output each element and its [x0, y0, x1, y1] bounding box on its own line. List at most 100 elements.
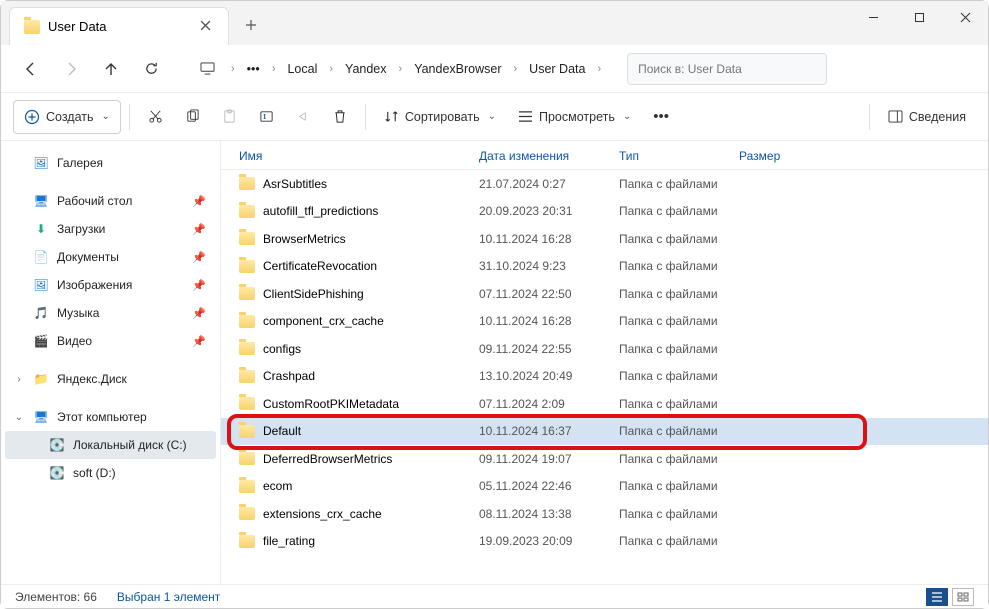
- table-row[interactable]: CertificateRevocation 31.10.2024 9:23 Па…: [221, 253, 988, 281]
- details-button[interactable]: Сведения: [878, 100, 976, 134]
- col-type[interactable]: Тип: [619, 149, 739, 163]
- table-row[interactable]: extensions_crx_cache 08.11.2024 13:38 Па…: [221, 500, 988, 528]
- active-tab[interactable]: User Data: [9, 7, 229, 45]
- sidebar-downloads[interactable]: ⬇Загрузки📌: [5, 215, 216, 243]
- maximize-button[interactable]: [896, 1, 942, 33]
- rename-button[interactable]: [249, 100, 284, 134]
- file-type: Папка с файлами: [619, 397, 739, 411]
- separator: [869, 104, 870, 130]
- table-row[interactable]: CustomRootPKIMetadata 07.11.2024 2:09 Па…: [221, 390, 988, 418]
- view-label: Просмотреть: [539, 110, 615, 124]
- crumb-item[interactable]: Yandex: [339, 58, 392, 80]
- file-type: Папка с файлами: [619, 479, 739, 493]
- music-icon: 🎵: [33, 305, 49, 321]
- sort-chevron-icon: ⌃: [347, 141, 355, 145]
- more-button[interactable]: •••: [643, 100, 679, 134]
- folder-icon: [239, 507, 255, 520]
- view-button[interactable]: Просмотреть ⌄: [508, 100, 641, 134]
- sidebar-yandexdisk[interactable]: ›📁Яндекс.Диск: [5, 365, 216, 393]
- sidebar-gallery[interactable]: 🖼Галерея: [5, 149, 216, 177]
- table-row[interactable]: ecom 05.11.2024 22:46 Папка с файлами: [221, 473, 988, 501]
- folder-icon: [239, 315, 255, 328]
- table-row[interactable]: Crashpad 13.10.2024 20:49 Папка с файлам…: [221, 363, 988, 391]
- file-list[interactable]: AsrSubtitles 21.07.2024 0:27 Папка с фай…: [221, 170, 988, 583]
- paste-button[interactable]: [212, 100, 247, 134]
- file-name: CustomRootPKIMetadata: [263, 397, 399, 411]
- search-input[interactable]: Поиск в: User Data: [627, 53, 827, 85]
- folder-icon: [239, 397, 255, 410]
- file-name-cell: autofill_tfl_predictions: [239, 204, 479, 218]
- sidebar-soft[interactable]: 💽soft (D:): [5, 459, 216, 487]
- main: 🖼Галерея 🖥Рабочий стол📌 ⬇Загрузки📌 📄Доку…: [1, 141, 988, 584]
- file-date: 07.11.2024 2:09: [479, 397, 619, 411]
- crumb-item[interactable]: Local: [281, 58, 323, 80]
- table-row[interactable]: file_rating 19.09.2023 20:09 Папка с фай…: [221, 528, 988, 556]
- file-name-cell: Crashpad: [239, 369, 479, 383]
- file-name: ClientSidePhishing: [263, 287, 364, 301]
- file-date: 20.09.2023 20:31: [479, 204, 619, 218]
- file-date: 09.11.2024 19:07: [479, 452, 619, 466]
- folder-icon: [239, 342, 255, 355]
- sidebar-desktop[interactable]: 🖥Рабочий стол📌: [5, 187, 216, 215]
- file-name-cell: file_rating: [239, 534, 479, 548]
- back-button[interactable]: [13, 51, 49, 87]
- forward-button[interactable]: [53, 51, 89, 87]
- table-row[interactable]: BrowserMetrics 10.11.2024 16:28 Папка с …: [221, 225, 988, 253]
- file-date: 13.10.2024 20:49: [479, 369, 619, 383]
- up-button[interactable]: [93, 51, 129, 87]
- icons-view-toggle[interactable]: [952, 588, 974, 606]
- sidebar-label: Яндекс.Диск: [57, 372, 127, 386]
- sidebar-thispc[interactable]: ⌄🖥Этот компьютер: [5, 403, 216, 431]
- sidebar-documents[interactable]: 📄Документы📌: [5, 243, 216, 271]
- minimize-button[interactable]: [850, 1, 896, 33]
- cut-button[interactable]: [138, 100, 173, 134]
- crumb-item[interactable]: User Data: [523, 58, 591, 80]
- col-size[interactable]: Размер: [739, 149, 819, 163]
- table-row[interactable]: Default 10.11.2024 16:37 Папка с файлами: [221, 418, 988, 446]
- file-name: configs: [263, 342, 301, 356]
- delete-button[interactable]: [323, 100, 357, 134]
- details-view-toggle[interactable]: [926, 588, 948, 606]
- file-type: Папка с файлами: [619, 314, 739, 328]
- file-type: Папка с файлами: [619, 369, 739, 383]
- crumb-ellipsis[interactable]: •••: [241, 58, 266, 80]
- copy-button[interactable]: [175, 100, 210, 134]
- share-button[interactable]: [286, 100, 321, 134]
- table-row[interactable]: autofill_tfl_predictions 20.09.2023 20:3…: [221, 198, 988, 226]
- chevron-right-icon[interactable]: ›: [13, 374, 25, 385]
- crumb-item[interactable]: YandexBrowser: [408, 58, 507, 80]
- status-count: Элементов: 66: [15, 590, 97, 604]
- thispc-icon[interactable]: [189, 51, 225, 87]
- new-button[interactable]: Создать ⌄: [13, 100, 121, 134]
- view-toggles: [926, 588, 974, 606]
- table-row[interactable]: configs 09.11.2024 22:55 Папка с файлами: [221, 335, 988, 363]
- sidebar-music[interactable]: 🎵Музыка📌: [5, 299, 216, 327]
- statusbar: Элементов: 66 Выбран 1 элемент: [1, 584, 988, 608]
- col-name[interactable]: Имя: [239, 149, 479, 163]
- new-tab-button[interactable]: [233, 7, 269, 43]
- sidebar-label: Музыка: [57, 306, 99, 320]
- drive-icon: 💽: [49, 465, 65, 481]
- sidebar-videos[interactable]: 🎬Видео📌: [5, 327, 216, 355]
- file-name-cell: DeferredBrowserMetrics: [239, 452, 479, 466]
- chevron-right-icon: ›: [229, 63, 237, 75]
- chevron-down-icon[interactable]: ⌄: [13, 412, 25, 423]
- close-button[interactable]: [942, 1, 988, 33]
- table-row[interactable]: AsrSubtitles 21.07.2024 0:27 Папка с фай…: [221, 170, 988, 198]
- videos-icon: 🎬: [33, 333, 49, 349]
- table-row[interactable]: component_crx_cache 10.11.2024 16:28 Пап…: [221, 308, 988, 336]
- close-tab-icon[interactable]: [200, 20, 214, 34]
- file-name-cell: extensions_crx_cache: [239, 507, 479, 521]
- sidebar-pictures[interactable]: 🖼Изображения📌: [5, 271, 216, 299]
- sidebar-localdisk[interactable]: 💽Локальный диск (C:): [5, 431, 216, 459]
- sort-button[interactable]: Сортировать ⌄: [374, 100, 506, 134]
- sidebar-label: Документы: [57, 250, 119, 264]
- chevron-right-icon: ›: [327, 63, 335, 75]
- file-date: 05.11.2024 22:46: [479, 479, 619, 493]
- chevron-down-icon: ⌄: [102, 111, 110, 122]
- sort-label: Сортировать: [405, 110, 480, 124]
- table-row[interactable]: DeferredBrowserMetrics 09.11.2024 19:07 …: [221, 445, 988, 473]
- table-row[interactable]: ClientSidePhishing 07.11.2024 22:50 Папк…: [221, 280, 988, 308]
- refresh-button[interactable]: [133, 51, 169, 87]
- col-date[interactable]: Дата изменения: [479, 149, 619, 163]
